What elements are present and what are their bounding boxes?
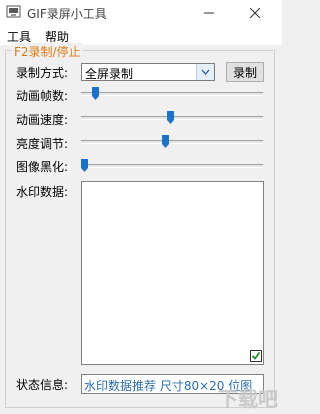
slider-label-frames: 动画帧数: xyxy=(16,89,69,103)
record-button[interactable]: 录制 xyxy=(226,62,264,82)
slider-label-darken: 图像黑化: xyxy=(16,160,69,174)
title-bar: GIF录屏小工具 xyxy=(0,0,282,25)
slider-label-speed: 动画速度: xyxy=(16,113,69,127)
minimize-icon xyxy=(204,12,214,13)
brightness-slider-track[interactable] xyxy=(81,140,263,144)
darken-slider-thumb[interactable] xyxy=(81,159,88,172)
slider-label-brightness: 亮度调节: xyxy=(16,137,69,151)
brightness-slider-thumb[interactable] xyxy=(161,135,169,148)
close-icon xyxy=(250,7,260,18)
close-button[interactable] xyxy=(240,0,270,25)
minimize-button[interactable] xyxy=(194,0,224,25)
window-title: GIF录屏小工具 xyxy=(27,7,107,21)
app-icon xyxy=(6,5,21,18)
menu-bar: 工具 帮助 xyxy=(0,25,282,45)
speed-slider-thumb[interactable] xyxy=(166,111,174,124)
status-label: 状态信息: xyxy=(16,378,69,392)
frames-slider-thumb[interactable] xyxy=(91,87,99,100)
group-legend: F2录制/停止 xyxy=(12,43,83,60)
watermark-label: 水印数据: xyxy=(16,185,69,199)
frames-slider-track[interactable] xyxy=(81,92,263,96)
site-watermark: 下载吧 xyxy=(218,387,278,411)
darken-slider-track[interactable] xyxy=(81,164,263,168)
watermark-checkbox[interactable] xyxy=(250,350,262,362)
watermark-textarea[interactable] xyxy=(81,181,264,365)
record-mode-select[interactable]: 全屏录制 xyxy=(81,63,215,81)
record-mode-label: 录制方式: xyxy=(16,66,69,80)
chevron-down-icon xyxy=(201,69,210,75)
record-mode-value: 全屏录制 xyxy=(85,67,134,81)
checkmark-icon xyxy=(251,351,261,360)
dropdown-arrow[interactable] xyxy=(196,64,214,80)
